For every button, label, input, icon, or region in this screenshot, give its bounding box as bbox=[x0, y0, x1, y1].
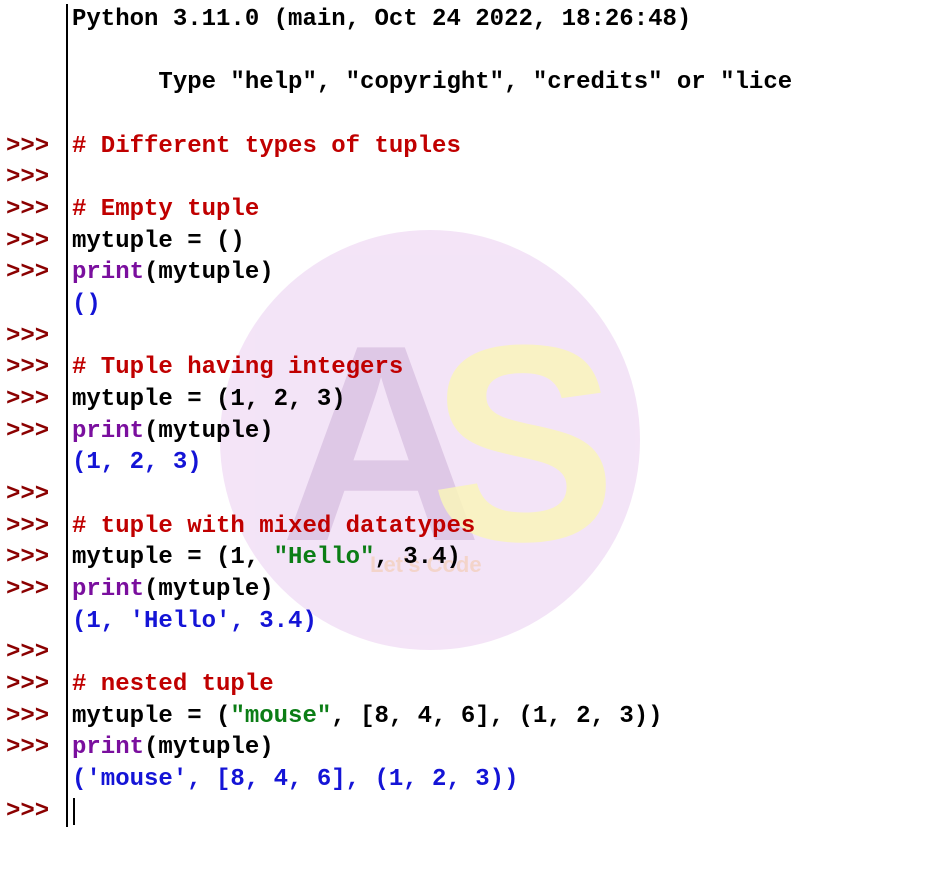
prompt: >>> bbox=[0, 511, 68, 543]
print-call-3: print(mytuple) bbox=[68, 574, 274, 606]
header-line-1: Python 3.11.0 (main, Oct 24 2022, 18:26:… bbox=[0, 4, 941, 36]
assign-empty: mytuple = () bbox=[68, 226, 245, 258]
comment-empty: # Empty tuple bbox=[68, 194, 259, 226]
prompt: >>> bbox=[0, 416, 68, 448]
prompt: >>> bbox=[0, 257, 68, 289]
comment-mixed: # tuple with mixed datatypes bbox=[68, 511, 475, 543]
prompt: >>> bbox=[0, 669, 68, 701]
assign-mixed: mytuple = (1, "Hello", 3.4) bbox=[68, 542, 461, 574]
prompt: >>> bbox=[0, 637, 68, 669]
blank-line bbox=[68, 479, 72, 511]
assign-nested: mytuple = ("mouse", [8, 4, 6], (1, 2, 3)… bbox=[68, 701, 663, 733]
prompt: >>> bbox=[0, 162, 68, 194]
prompt: >>> bbox=[0, 321, 68, 353]
prompt: >>> bbox=[0, 384, 68, 416]
prompt: >>> bbox=[0, 542, 68, 574]
blank-line bbox=[68, 637, 72, 669]
prompt: >>> bbox=[0, 574, 68, 606]
python-console[interactable]: Python 3.11.0 (main, Oct 24 2022, 18:26:… bbox=[0, 0, 941, 827]
prompt: >>> bbox=[0, 194, 68, 226]
help-text: Type "help", "copyright", "credits" or "… bbox=[158, 69, 777, 96]
cursor-line[interactable] bbox=[68, 796, 75, 828]
output-3: (1, 'Hello', 3.4) bbox=[68, 606, 317, 638]
blank-line bbox=[68, 162, 72, 194]
output-1: () bbox=[68, 289, 101, 321]
prompt: >>> bbox=[0, 479, 68, 511]
prompt: >>> bbox=[0, 701, 68, 733]
print-call-4: print(mytuple) bbox=[68, 732, 274, 764]
assign-integers: mytuple = (1, 2, 3) bbox=[68, 384, 346, 416]
prompt: >>> bbox=[0, 226, 68, 258]
blank-line bbox=[68, 321, 72, 353]
prompt: >>> bbox=[0, 732, 68, 764]
output-2: (1, 2, 3) bbox=[68, 447, 202, 479]
prompt: >>> bbox=[0, 131, 68, 163]
prompt: >>> bbox=[0, 796, 68, 828]
text-cursor-icon bbox=[73, 798, 75, 824]
output-4: ('mouse', [8, 4, 6], (1, 2, 3)) bbox=[68, 764, 518, 796]
print-call-2: print(mytuple) bbox=[68, 416, 274, 448]
header-line-2: Type "help", "copyright", "credits" or "… bbox=[0, 36, 941, 131]
comment-types: # Different types of tuples bbox=[68, 131, 461, 163]
print-call-1: print(mytuple) bbox=[68, 257, 274, 289]
comment-nested: # nested tuple bbox=[68, 669, 274, 701]
comment-integers: # Tuple having integers bbox=[68, 352, 403, 384]
version-text: Python 3.11.0 (main, Oct 24 2022, 18:26:… bbox=[68, 4, 706, 36]
prompt: >>> bbox=[0, 352, 68, 384]
